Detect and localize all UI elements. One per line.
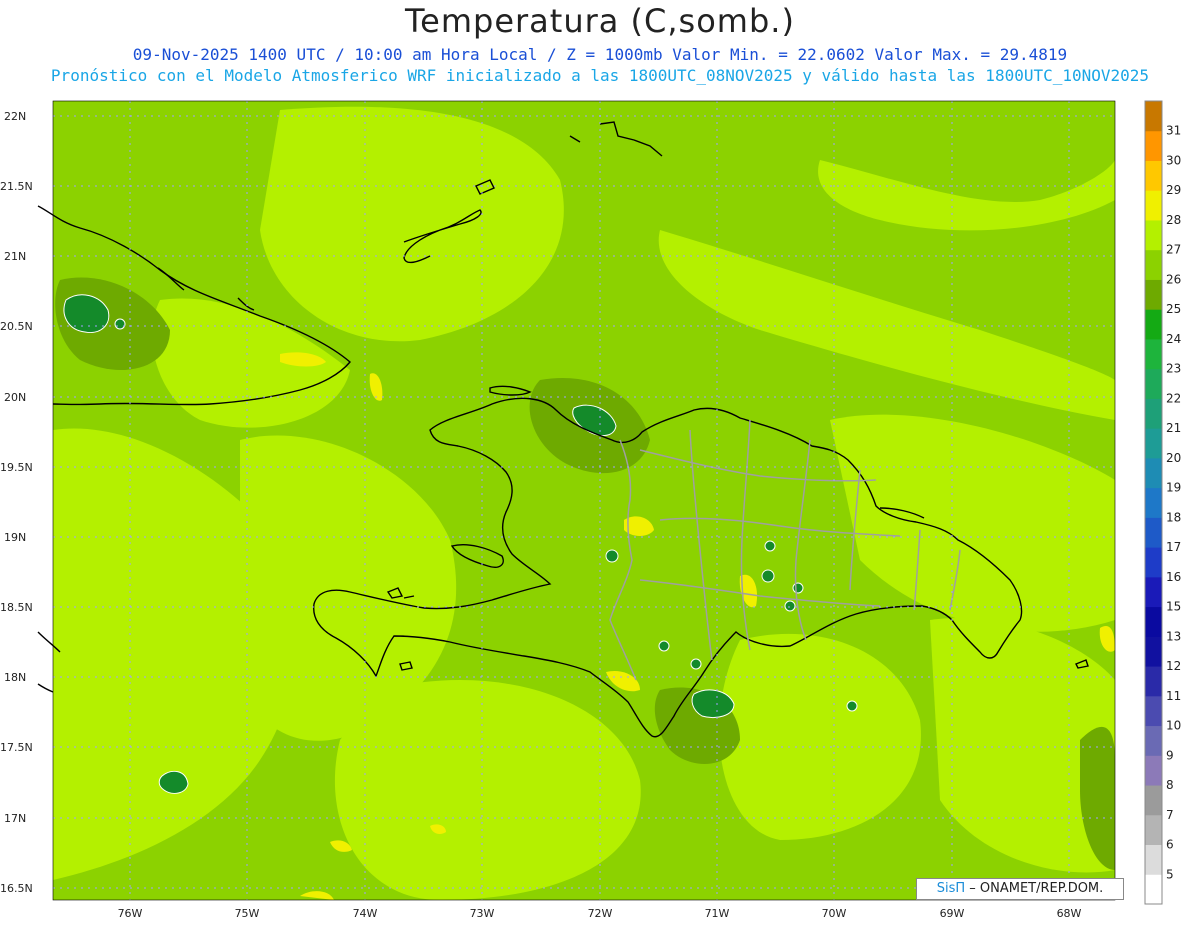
colorbar-label: 23 bbox=[1166, 362, 1181, 376]
colorbar-swatch bbox=[1145, 874, 1162, 905]
colorbar-label: 13 bbox=[1166, 629, 1181, 643]
lat-label: 21.5N bbox=[0, 180, 33, 193]
spot-hispaniola-3 bbox=[761, 569, 775, 583]
colorbar-swatch bbox=[1145, 368, 1162, 399]
colorbar-swatch bbox=[1145, 547, 1162, 578]
colorbar-label: 31 bbox=[1166, 124, 1181, 138]
spot-hispaniola-1 bbox=[605, 549, 619, 563]
map-frame bbox=[37, 100, 1116, 901]
lat-label: 22N bbox=[4, 110, 26, 123]
colorbar-label: 5 bbox=[1166, 867, 1174, 881]
lon-label: 74W bbox=[353, 907, 378, 920]
lon-label: 75W bbox=[235, 907, 260, 920]
colorbar-swatch bbox=[1145, 576, 1162, 608]
credit-text: – ONAMET/REP.DOM. bbox=[969, 881, 1104, 896]
spot-hispaniola-2 bbox=[764, 540, 776, 552]
lat-label: 18.5N bbox=[0, 601, 33, 614]
spot-inagua bbox=[158, 770, 189, 794]
colorbar-swatch bbox=[1145, 190, 1162, 221]
colorbar-swatch bbox=[1145, 130, 1162, 161]
spot-hispaniola-7 bbox=[690, 658, 702, 670]
colorbar-swatch bbox=[1145, 279, 1162, 310]
colorbar-swatch bbox=[1145, 428, 1162, 459]
colorbar: 5 6 7 8 9 10 11 12 13 15 16 17 18 19 20 21 22 23 24 25 26 27 2… bbox=[1144, 100, 1181, 905]
colorbar-swatch bbox=[1145, 249, 1162, 280]
colorbar-swatch bbox=[1145, 636, 1162, 667]
colorbar-label: 18 bbox=[1166, 510, 1181, 524]
colorbar-label: 21 bbox=[1166, 421, 1181, 435]
lat-label: 20N bbox=[4, 391, 26, 404]
colorbar-label: 24 bbox=[1166, 332, 1181, 346]
lat-label: 17.5N bbox=[0, 741, 33, 754]
colorbar-label: 10 bbox=[1166, 719, 1181, 733]
colorbar-label: 27 bbox=[1166, 243, 1181, 257]
colorbar-label: 6 bbox=[1166, 838, 1174, 852]
spot-hispaniola-5 bbox=[784, 600, 796, 612]
colorbar-label: 22 bbox=[1166, 391, 1181, 405]
colorbar-swatch bbox=[1145, 695, 1162, 727]
colorbar-label: 29 bbox=[1166, 183, 1181, 197]
spot-hispaniola-6 bbox=[658, 640, 670, 652]
lon-label: 76W bbox=[118, 907, 143, 920]
latitude-axis: 22N 21.5N 21N 20.5N 20N 19.5N 19N 18.5N … bbox=[0, 110, 33, 895]
spot-hispaniola-4 bbox=[792, 582, 804, 594]
lat-label: 19N bbox=[4, 531, 26, 544]
colorbar-swatch bbox=[1145, 755, 1162, 786]
colorbar-swatch bbox=[1145, 160, 1162, 191]
colorbar-label: 19 bbox=[1166, 481, 1181, 495]
colorbar-label: 20 bbox=[1166, 451, 1181, 465]
lon-label: 69W bbox=[940, 907, 965, 920]
spot-cuba-west-small bbox=[114, 318, 126, 330]
colorbar-label: 11 bbox=[1166, 689, 1181, 703]
colorbar-swatch bbox=[1145, 844, 1162, 875]
colorbar-swatch bbox=[1145, 606, 1162, 637]
colorbar-swatch bbox=[1145, 457, 1162, 489]
colorbar-label: 8 bbox=[1166, 778, 1174, 792]
lat-label: 20.5N bbox=[0, 320, 33, 333]
lon-label: 73W bbox=[470, 907, 495, 920]
lat-label: 18N bbox=[4, 671, 26, 684]
colorbar-label: 9 bbox=[1166, 748, 1174, 762]
colorbar-label: 17 bbox=[1166, 540, 1181, 554]
colorbar-label: 30 bbox=[1166, 153, 1181, 167]
colorbar-swatch bbox=[1145, 338, 1162, 370]
colorbar-label: 28 bbox=[1166, 213, 1181, 227]
colorbar-swatch bbox=[1145, 814, 1162, 846]
colorbar-label: 15 bbox=[1166, 600, 1181, 614]
temperature-map: 22N 21.5N 21N 20.5N 20N 19.5N 19N 18.5N … bbox=[0, 100, 1181, 920]
lon-label: 72W bbox=[588, 907, 613, 920]
colorbar-label: 25 bbox=[1166, 302, 1181, 316]
colorbar-swatch bbox=[1145, 785, 1162, 816]
credit-box: SisΠ – ONAMET/REP.DOM. bbox=[916, 878, 1124, 900]
colorbar-swatch bbox=[1145, 725, 1162, 756]
colorbar-swatch bbox=[1145, 666, 1162, 697]
lon-label: 68W bbox=[1057, 907, 1082, 920]
colorbar-label: 26 bbox=[1166, 272, 1181, 286]
colorbar-label: 7 bbox=[1166, 808, 1174, 822]
colorbar-swatch bbox=[1145, 101, 1162, 132]
lat-label: 16.5N bbox=[0, 882, 33, 895]
colorbar-label: 12 bbox=[1166, 659, 1181, 673]
colorbar-swatch bbox=[1145, 219, 1162, 251]
lat-label: 21N bbox=[4, 250, 26, 263]
lat-label: 17N bbox=[4, 812, 26, 825]
colorbar-label: 16 bbox=[1166, 570, 1181, 584]
lat-label: 19.5N bbox=[0, 461, 33, 474]
lon-label: 70W bbox=[822, 907, 847, 920]
colorbar-swatch bbox=[1145, 398, 1162, 429]
spot-caribbean bbox=[846, 700, 858, 712]
lon-label: 71W bbox=[705, 907, 730, 920]
colorbar-swatch bbox=[1145, 487, 1162, 518]
colorbar-swatch bbox=[1145, 517, 1162, 548]
longitude-axis: 76W 75W 74W 73W 72W 71W 70W 69W 68W bbox=[118, 907, 1082, 920]
credit-brand: SisΠ bbox=[936, 881, 966, 896]
colorbar-swatch bbox=[1145, 309, 1162, 340]
